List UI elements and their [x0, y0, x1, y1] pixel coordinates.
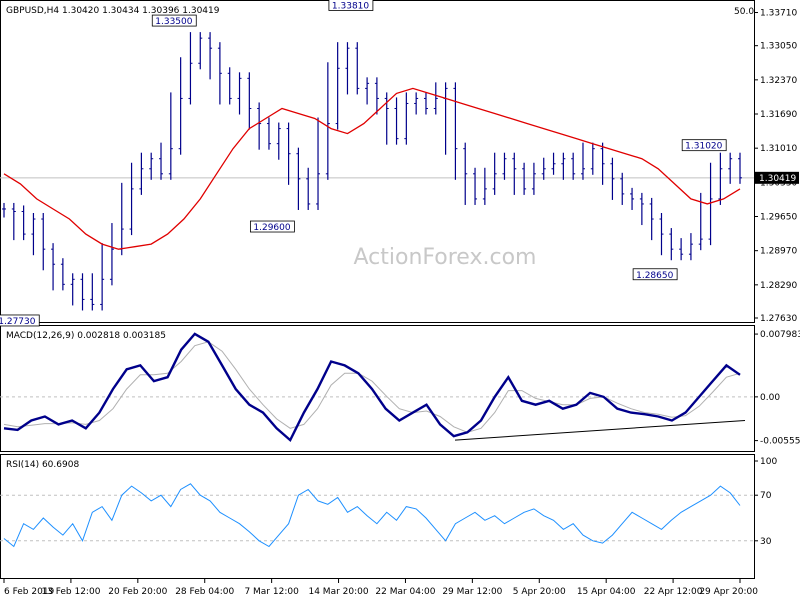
rsi-axis: 100 70 30 — [754, 457, 777, 547]
x-tick-label: 28 Feb 04:00 — [175, 587, 234, 597]
x-tick-label: 13 Feb 12:00 — [41, 587, 100, 597]
macd-tick-label: -0.005559 — [760, 437, 800, 447]
chart-canvas: ActionForex.com GBPUSD,H4 1.30420 1.3043… — [0, 0, 800, 597]
macd-tick-label: 0.00 — [760, 393, 780, 403]
watermark: ActionForex.com — [354, 245, 537, 270]
x-tick-label: 7 Mar 12:00 — [244, 587, 299, 597]
rsi-header: RSI(14) 60.6908 — [6, 460, 79, 470]
topright-label: 50.0 — [734, 7, 754, 17]
x-tick-label: 29 Apr 20:00 — [699, 587, 758, 597]
price-tick-label: 1.28290 — [760, 281, 797, 291]
price-tick-label: 1.33710 — [760, 9, 797, 19]
macd-header: MACD(12,26,9) 0.002818 0.003185 — [6, 331, 166, 341]
annotation-label: 1.27730 — [0, 317, 36, 327]
price-tick-label: 1.33050 — [760, 42, 797, 52]
x-tick-label: 15 Apr 04:00 — [577, 587, 636, 597]
x-tick-label: 14 Mar 20:00 — [308, 587, 368, 597]
price-tick-label: 1.32370 — [760, 76, 797, 86]
x-tick-label: 22 Mar 04:00 — [375, 587, 435, 597]
price-tick-label: 1.31690 — [760, 110, 797, 120]
price-header: GBPUSD,H4 1.30420 1.30434 1.30396 1.3041… — [6, 6, 220, 16]
x-tick-label: 20 Feb 20:00 — [108, 587, 167, 597]
rsi-tick-label: 30 — [760, 537, 772, 547]
last-price-label: 1.30419 — [759, 174, 796, 184]
x-axis: 6 Feb 201913 Feb 12:00 20 Feb 20:00 28 Feb… — [3, 579, 758, 597]
macd-axis: 0.007983 0.00 -0.005559 — [754, 330, 800, 447]
x-tick-label: 29 Mar 12:00 — [442, 587, 502, 597]
annotation-label: 1.28650 — [636, 271, 673, 281]
rsi-tick-label: 70 — [760, 491, 772, 501]
x-tick-label: 5 Apr 20:00 — [513, 587, 566, 597]
annotation-label: 1.33500 — [155, 17, 192, 27]
price-tick-label: 1.28970 — [760, 247, 797, 257]
annotation-label: 1.31020 — [685, 142, 722, 152]
price-axis: 1.337101.330501.323701.316901.310101.303… — [754, 9, 799, 324]
price-tick-label: 1.31010 — [760, 144, 797, 154]
macd-tick-label: 0.007983 — [760, 330, 800, 340]
chart-window: ActionForex.com GBPUSD,H4 1.30420 1.3043… — [0, 0, 800, 600]
annotation-label: 1.33810 — [332, 1, 369, 11]
price-tick-label: 1.29650 — [760, 213, 797, 223]
annotation-label: 1.29600 — [253, 223, 290, 233]
price-tick-label: 1.27630 — [760, 314, 797, 324]
x-tick-label: 22 Apr 12:00 — [644, 587, 703, 597]
rsi-tick-label: 100 — [760, 457, 777, 467]
